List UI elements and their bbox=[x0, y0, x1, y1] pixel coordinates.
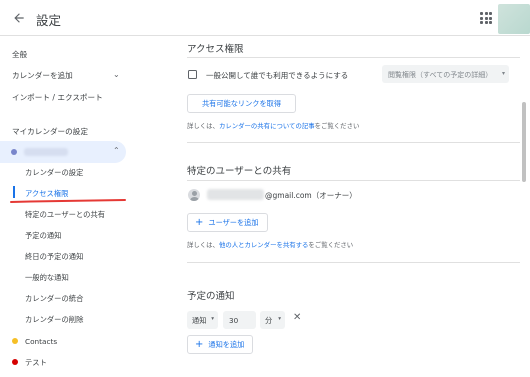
back-button[interactable] bbox=[9, 8, 29, 28]
sharing-help-text: 詳しくは、他の人とカレンダーを共有するをご覧ください bbox=[187, 240, 353, 249]
apps-grid-icon[interactable] bbox=[480, 12, 492, 24]
dropdown-arrow-icon: ▾ bbox=[501, 70, 505, 77]
divider bbox=[187, 57, 520, 58]
public-checkbox[interactable] bbox=[188, 70, 197, 79]
page-title: 設定 bbox=[36, 13, 62, 28]
my-calendars-heading: マイカレンダーの設定 bbox=[12, 127, 88, 136]
user-email: @gmail.com（オーナー） bbox=[265, 191, 357, 200]
arrow-back-icon bbox=[14, 13, 24, 23]
access-permissions-title: アクセス権限 bbox=[187, 44, 244, 55]
sidebar-item-selected-calendar[interactable]: ⌃ bbox=[0, 141, 126, 163]
access-help-text: 詳しくは、カレンダーの共有についての記事をご覧ください bbox=[187, 121, 359, 130]
add-notification-label: 通知を追加 bbox=[208, 339, 245, 349]
dropdown-arrow-icon: ▾ bbox=[278, 316, 281, 322]
chevron-up-icon[interactable]: ⌃ bbox=[113, 146, 120, 155]
help-link[interactable]: 他の人とカレンダーを共有する bbox=[219, 241, 308, 249]
calendar-color-dot bbox=[11, 149, 17, 155]
settings-sidebar: 全般 カレンダーを追加 ⌄ インポート / エクスポート マイカレンダーの設定 … bbox=[0, 37, 140, 377]
sidebar-subitem-share-with-people[interactable]: 特定のユーザーとの共有 bbox=[25, 210, 105, 220]
sidebar-subitem-all-day-notifications[interactable]: 終日の予定の通知 bbox=[25, 252, 83, 262]
add-user-button[interactable]: + ユーザーを追加 bbox=[187, 213, 268, 232]
sidebar-subitem-event-notifications[interactable]: 予定の通知 bbox=[25, 231, 61, 241]
help-suffix: をご覧ください bbox=[314, 122, 360, 130]
calendar-color-dot bbox=[12, 359, 18, 365]
sidebar-item-import-export[interactable]: インポート / エクスポート bbox=[12, 92, 103, 103]
help-prefix: 詳しくは、 bbox=[187, 122, 219, 130]
sidebar-item-contacts[interactable]: Contacts bbox=[12, 337, 57, 346]
add-notification-button[interactable]: + 通知を追加 bbox=[187, 335, 253, 354]
share-with-people-title: 特定のユーザーとの共有 bbox=[187, 166, 292, 177]
user-name-redacted bbox=[207, 189, 264, 200]
plus-icon: + bbox=[195, 217, 204, 228]
public-label: 一般公開して誰でも利用できるようにする bbox=[206, 71, 349, 80]
sidebar-subitem-calendar-settings[interactable]: カレンダーの設定 bbox=[25, 168, 83, 178]
calendar-label: Contacts bbox=[25, 337, 58, 346]
sidebar-item-test[interactable]: テスト bbox=[12, 358, 47, 368]
divider bbox=[187, 180, 520, 181]
sidebar-subitem-integrate-calendar[interactable]: カレンダーの統合 bbox=[25, 294, 83, 304]
event-notifications-title: 予定の通知 bbox=[187, 291, 235, 302]
calendar-label: テスト bbox=[25, 358, 47, 367]
sidebar-subitem-access-permissions[interactable]: アクセス権限 bbox=[25, 189, 68, 199]
user-avatar-icon bbox=[188, 189, 200, 201]
help-link[interactable]: カレンダーの共有についての記事 bbox=[219, 122, 315, 130]
dropdown-arrow-icon: ▾ bbox=[211, 316, 214, 322]
notification-unit-select[interactable]: 分 ▾ bbox=[260, 311, 285, 329]
help-prefix: 詳しくは、 bbox=[187, 241, 219, 249]
remove-notification-icon[interactable]: ✕ bbox=[293, 313, 301, 323]
sidebar-subitem-delete-calendar[interactable]: カレンダーの削除 bbox=[25, 315, 83, 325]
sidebar-item-add-calendar[interactable]: カレンダーを追加 bbox=[12, 70, 73, 81]
notification-type-value: 通知 bbox=[192, 316, 207, 325]
divider bbox=[187, 262, 520, 263]
notification-unit-value: 分 bbox=[265, 316, 273, 325]
scrollbar[interactable] bbox=[522, 102, 526, 182]
get-shareable-link-button[interactable]: 共有可能なリンクを取得 bbox=[187, 94, 296, 113]
calendar-color-dot bbox=[12, 338, 18, 344]
help-suffix: をご覧ください bbox=[308, 241, 354, 249]
notification-amount-input[interactable]: 30 bbox=[223, 311, 256, 329]
calendar-name-redacted bbox=[24, 148, 68, 156]
notification-type-select[interactable]: 通知 ▾ bbox=[187, 311, 218, 329]
avatar[interactable] bbox=[498, 4, 530, 34]
divider bbox=[187, 142, 520, 143]
red-annotation-underline bbox=[10, 199, 126, 203]
chevron-down-icon[interactable]: ⌄ bbox=[113, 70, 120, 79]
sidebar-subitem-general-notifications[interactable]: 一般的な通知 bbox=[25, 273, 69, 283]
add-user-label: ユーザーを追加 bbox=[208, 217, 259, 227]
permission-select[interactable]: 閲覧権限（すべての予定の詳細） ▾ bbox=[382, 65, 509, 83]
settings-main: アクセス権限 一般公開して誰でも利用できるようにする 閲覧権限（すべての予定の詳… bbox=[140, 37, 530, 377]
top-bar: 設定 bbox=[0, 0, 530, 36]
sidebar-item-general[interactable]: 全般 bbox=[12, 49, 27, 60]
permission-select-value: 閲覧権限（すべての予定の詳細） bbox=[388, 71, 493, 79]
active-indicator bbox=[13, 186, 15, 198]
plus-icon: + bbox=[195, 339, 204, 350]
